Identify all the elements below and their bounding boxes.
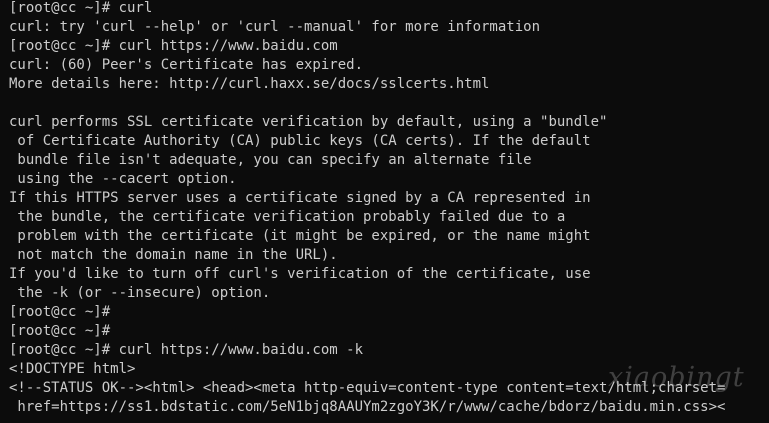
terminal-line: If this HTTPS server uses a certificate … xyxy=(9,190,591,206)
terminal-line: If you'd like to turn off curl's verific… xyxy=(9,266,591,282)
terminal-line: not match the domain name in the URL). xyxy=(9,247,338,263)
terminal-line: More details here: http://curl.haxx.se/d… xyxy=(9,76,490,92)
terminal-output[interactable]: [root@cc ~]# curl curl: try 'curl --help… xyxy=(9,0,769,417)
terminal-line: <!--STATUS OK--><html> <head><meta http-… xyxy=(9,380,726,396)
terminal-line: curl performs SSL certificate verificati… xyxy=(9,114,608,130)
terminal-line: <!DOCTYPE html> xyxy=(9,361,136,377)
terminal-line: the bundle, the certificate verification… xyxy=(9,209,566,225)
terminal-line: the -k (or --insecure) option. xyxy=(9,285,271,301)
terminal-line: problem with the certificate (it might b… xyxy=(9,228,591,244)
terminal-line: [root@cc ~]# curl https://www.baidu.com xyxy=(9,38,338,54)
terminal-line: [root@cc ~]# xyxy=(9,323,111,339)
terminal-line: href=https://ss1.bdstatic.com/5eN1bjq8AA… xyxy=(9,399,726,415)
terminal-window[interactable]: [root@cc ~]# curl curl: try 'curl --help… xyxy=(0,0,769,423)
terminal-line: of Certificate Authority (CA) public key… xyxy=(9,133,591,149)
terminal-line: curl: (60) Peer's Certificate has expire… xyxy=(9,57,364,73)
terminal-line: curl: try 'curl --help' or 'curl --manua… xyxy=(9,19,541,35)
terminal-line: [root@cc ~]# curl xyxy=(9,0,153,16)
terminal-line: [root@cc ~]# curl https://www.baidu.com … xyxy=(9,342,364,358)
terminal-line: [root@cc ~]# xyxy=(9,304,111,320)
terminal-line: using the --cacert option. xyxy=(9,171,237,187)
terminal-line: bundle file isn't adequate, you can spec… xyxy=(9,152,532,168)
